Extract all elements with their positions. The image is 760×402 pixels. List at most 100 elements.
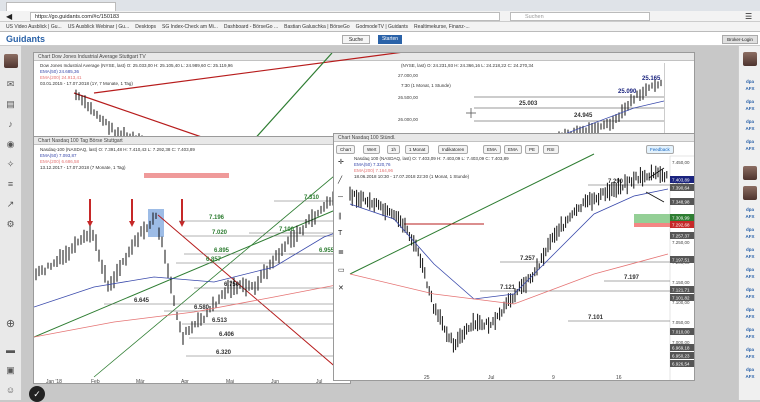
x-axis-label: Feb [91, 379, 100, 384]
price-tick: 27.000,00 [398, 73, 419, 78]
search-button[interactable]: Suche [342, 35, 370, 44]
level-label: 7.196 [209, 215, 225, 221]
x-axis-label: Jul [316, 379, 322, 384]
bookmark-link[interactable]: US Video Ausblick | Gu... [6, 22, 62, 31]
dpa-afx-icon[interactable]: dpa AFX [744, 78, 756, 92]
expert-avatar-3[interactable] [743, 186, 757, 200]
trend-icon[interactable]: ↗ [4, 198, 17, 211]
level-label: 25.165 [642, 76, 661, 82]
price-tag: 6.950,23 [672, 354, 690, 359]
trendline-green [93, 162, 350, 378]
dpa-afx-icon[interactable]: dpa AFX [744, 346, 756, 360]
price-tag: 7.197,51 [672, 258, 690, 263]
bell-icon[interactable]: ♪ [4, 118, 17, 131]
nasdaq-daily-plot[interactable]: 7.1967.0206.8956.8576.7506.6456.5806.513… [34, 137, 351, 384]
bookmark-link[interactable]: Dashboard - BörseGo ... [224, 22, 278, 31]
arrow-head [129, 221, 135, 227]
level-label: 6.406 [219, 332, 235, 338]
left-sidebar: ✉ ▤ ♪ ◉ ✧ ≡ ↗ ⚙ ⊕ ▬ ▣ ☺ [0, 46, 22, 400]
level-label: 7.310 [304, 195, 320, 201]
right-sidebar: dpa AFX dpa AFX dpa AFX dpa AFX dpa AFX dpa AF… [738, 46, 760, 400]
bookmark-link[interactable]: SG Index-Check am Mi... [162, 22, 218, 31]
layout-icon[interactable]: ▣ [4, 364, 17, 377]
trendline-red [93, 53, 401, 94]
dpa-afx-icon[interactable]: dpa AFX [744, 118, 756, 132]
x-axis-label: Jan '18 [46, 379, 62, 384]
user-avatar[interactable] [4, 54, 18, 68]
dpa-afx-icon[interactable]: dpa AFX [744, 306, 756, 320]
x-axis-label: Apr [181, 379, 189, 384]
x-axis-label: 16 [616, 375, 622, 381]
level-label: 7.197 [624, 275, 640, 281]
search-field[interactable]: Suchen [510, 12, 650, 21]
level-label: 7.020 [212, 230, 228, 236]
price-tick: 26.000,00 [398, 117, 419, 122]
bookmarks-bar: US Video Ausblick | Gu... US Ausblick Web… [0, 22, 760, 32]
bookmark-link[interactable]: Realtimekurse, Finanz-... [414, 22, 470, 31]
price-tick: 7.050,00 [672, 320, 690, 325]
price-tag: 7.348,98 [672, 200, 690, 205]
add-widget-icon[interactable]: ⊕ [4, 318, 17, 331]
bookmark-link[interactable]: US Ausblick Webinar | Gu... [68, 22, 130, 31]
price-tick: 7.450,00 [672, 160, 690, 165]
dpa-afx-icon[interactable]: dpa AFX [744, 138, 756, 152]
level-label: 25.003 [519, 101, 538, 107]
chat-icon[interactable]: ✉ [4, 78, 17, 91]
gear-icon[interactable]: ⚙ [4, 218, 17, 231]
menu-icon[interactable]: ☰ [745, 12, 752, 21]
bookmark-link[interactable]: Desktops [135, 22, 156, 31]
zone-green [634, 214, 670, 223]
broker-login-button[interactable]: Broker-Login [722, 35, 758, 44]
tab-active[interactable] [6, 2, 116, 11]
dpa-afx-icon[interactable]: dpa AFX [744, 246, 756, 260]
dpa-afx-icon[interactable]: dpa AFX [744, 366, 756, 380]
chart-window-nasdaq-daily[interactable]: Chart Nasdaq 100 Tag Börse Stuttgart Nas… [33, 136, 351, 384]
expert-avatar-1[interactable] [743, 52, 757, 66]
price-tag: 7.390,64 [672, 186, 690, 191]
price-tag: 6.969,18 [672, 346, 690, 351]
level-label: 7.101 [588, 315, 604, 321]
app-logo[interactable]: Guidants [6, 34, 45, 44]
level-label: 7.121 [500, 285, 516, 291]
pin-icon[interactable]: ✧ [4, 158, 17, 171]
price-tag: 7.121,71 [672, 288, 690, 293]
dpa-afx-icon[interactable]: dpa AFX [744, 206, 756, 220]
nasdaq-hourly-plot[interactable]: 7.2907.2577.1977.1217.1017.450,007.400,0… [334, 134, 695, 381]
chart-window-nasdaq-hourly[interactable]: Chart Nasdaq 100 Stündl. Chart Wert 1h 1 Mo… [333, 133, 695, 381]
level-label: 24.945 [574, 113, 593, 119]
price-tag: 7.292,68 [672, 223, 690, 228]
chart-icon[interactable]: ▤ [4, 98, 17, 111]
back-icon[interactable]: ◀ [6, 12, 12, 21]
level-label: 7.257 [520, 256, 536, 262]
folder-icon[interactable]: ▬ [4, 344, 17, 357]
dpa-afx-icon[interactable]: dpa AFX [744, 98, 756, 112]
level-label: 6.857 [206, 257, 222, 263]
x-axis-label: 25 [424, 375, 430, 381]
x-axis-label: Jun [271, 379, 279, 384]
people-icon[interactable]: ☺ [4, 384, 17, 397]
level-label: 6.895 [214, 248, 230, 254]
dpa-afx-icon[interactable]: dpa AFX [744, 326, 756, 340]
dpa-afx-icon[interactable]: dpa AFX [744, 266, 756, 280]
annotation-arrow [645, 191, 665, 203]
price-tick: 7.250,00 [672, 240, 690, 245]
ema200-line [349, 253, 669, 305]
dpa-afx-icon[interactable]: dpa AFX [744, 286, 756, 300]
zone-red [634, 223, 670, 227]
arrow-head [179, 221, 185, 227]
bookmark-link[interactable]: GodmodeTV | Guidants [356, 22, 408, 31]
eye-icon[interactable]: ◉ [4, 138, 17, 151]
price-tag: 7.257,37 [672, 234, 690, 239]
price-tag: 7.309,99 [672, 216, 690, 221]
price-tag: 7.101,82 [672, 296, 690, 301]
ema50-line [349, 188, 669, 300]
bookmark-link[interactable]: Bastian Galuschka | BörseGo [284, 22, 350, 31]
url-field[interactable]: https://go.guidants.com/#c/150183 [30, 12, 500, 21]
price-tick: 26.500,00 [398, 95, 419, 100]
new-button[interactable]: Starten [378, 35, 402, 44]
trendline-green [349, 153, 595, 275]
expert-avatar-2[interactable] [743, 166, 757, 180]
x-axis-label: Jul [488, 375, 494, 381]
list-icon[interactable]: ≡ [4, 178, 17, 191]
dpa-afx-icon[interactable]: dpa AFX [744, 226, 756, 240]
